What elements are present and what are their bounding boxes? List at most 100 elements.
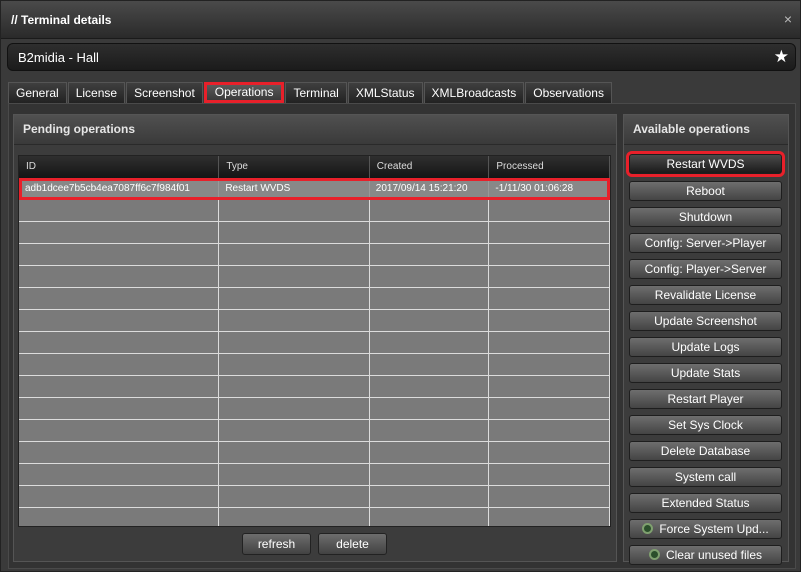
- table-cell-empty: [370, 332, 490, 353]
- table-cell-empty: [219, 486, 370, 507]
- table-cell-empty: [489, 310, 610, 331]
- table-cell-empty: [489, 266, 610, 287]
- table-cell-empty: [19, 508, 220, 526]
- restart-wvds-button[interactable]: Restart WVDS: [626, 151, 785, 177]
- table-row-empty[interactable]: [19, 244, 610, 266]
- tab-operations[interactable]: Operations: [203, 82, 285, 103]
- table-row-empty[interactable]: [19, 464, 610, 486]
- cell-created: 2017/09/14 15:21:20: [370, 178, 490, 199]
- pending-operations-title: Pending operations: [14, 115, 616, 145]
- table-cell-empty: [489, 332, 610, 353]
- table-row-empty[interactable]: [19, 200, 610, 222]
- table-cell-empty: [19, 244, 220, 265]
- tab-general[interactable]: General: [8, 82, 67, 103]
- set-sys-clock-button[interactable]: Set Sys Clock: [629, 415, 782, 435]
- cell-type: Restart WVDS: [219, 178, 370, 199]
- terminal-name-bar: B2midia - Hall ★: [7, 43, 796, 71]
- refresh-button[interactable]: refresh: [242, 533, 311, 555]
- update-screenshot-button[interactable]: Update Screenshot: [629, 311, 782, 331]
- table-cell-empty: [19, 354, 220, 375]
- tab-xmlstatus[interactable]: XMLStatus: [347, 82, 423, 103]
- tab-license[interactable]: License: [67, 82, 126, 103]
- table-row-empty[interactable]: [19, 332, 610, 354]
- table-cell-empty: [370, 266, 490, 287]
- table-row-empty[interactable]: [19, 420, 610, 442]
- column-header-created[interactable]: Created: [370, 156, 490, 178]
- table-cell-empty: [219, 310, 370, 331]
- table-cell-empty: [219, 508, 370, 526]
- table-row-empty[interactable]: [19, 288, 610, 310]
- table-row-empty[interactable]: [19, 354, 610, 376]
- table-row-empty[interactable]: [19, 442, 610, 464]
- terminal-name: B2midia - Hall: [18, 50, 99, 65]
- table-cell-empty: [489, 244, 610, 265]
- empty-rows: [19, 200, 610, 526]
- table-row-empty[interactable]: [19, 222, 610, 244]
- delete-database-button[interactable]: Delete Database: [629, 441, 782, 461]
- table-cell-empty: [19, 310, 220, 331]
- config-player-server-button[interactable]: Config: Player->Server: [629, 259, 782, 279]
- table-cell-empty: [19, 266, 220, 287]
- revalidate-license-button[interactable]: Revalidate License: [629, 285, 782, 305]
- table-cell-empty: [489, 376, 610, 397]
- table-row-empty[interactable]: [19, 508, 610, 526]
- table-cell-empty: [370, 442, 490, 463]
- table-cell-empty: [219, 398, 370, 419]
- tab-observations[interactable]: Observations: [525, 82, 612, 103]
- reboot-button[interactable]: Reboot: [629, 181, 782, 201]
- table-cell-empty: [219, 288, 370, 309]
- system-call-button[interactable]: System call: [629, 467, 782, 487]
- table-cell-empty: [219, 266, 370, 287]
- table-cell-empty: [19, 442, 220, 463]
- table-row-empty[interactable]: [19, 486, 610, 508]
- update-stats-button[interactable]: Update Stats: [629, 363, 782, 383]
- column-header-id[interactable]: ID: [19, 156, 220, 178]
- table-cell-empty: [19, 332, 220, 353]
- table-row-empty[interactable]: [19, 310, 610, 332]
- update-logs-button[interactable]: Update Logs: [629, 337, 782, 357]
- table-cell-empty: [370, 420, 490, 441]
- table-cell-empty: [219, 222, 370, 243]
- extended-status-button[interactable]: Extended Status: [629, 493, 782, 513]
- table-cell-empty: [489, 464, 610, 485]
- table-cell-empty: [489, 508, 610, 526]
- table-cell-empty: [219, 442, 370, 463]
- table-cell-empty: [370, 200, 490, 221]
- force-system-update-button[interactable]: Force System Upd...: [629, 519, 782, 539]
- table-cell-empty: [19, 288, 220, 309]
- star-icon[interactable]: ★: [774, 47, 789, 67]
- table-cell-empty: [489, 442, 610, 463]
- tab-terminal[interactable]: Terminal: [285, 82, 347, 103]
- table-cell-empty: [489, 222, 610, 243]
- tab-bar: General License Screenshot Operations Te…: [8, 82, 613, 103]
- table-cell-empty: [489, 354, 610, 375]
- table-row[interactable]: adb1dcee7b5cb4ea7087ff6c7f984f01 Restart…: [19, 178, 610, 200]
- close-icon[interactable]: ×: [784, 11, 792, 27]
- table-row-empty[interactable]: [19, 376, 610, 398]
- config-server-player-button[interactable]: Config: Server->Player: [629, 233, 782, 253]
- delete-button[interactable]: delete: [318, 533, 387, 555]
- table-cell-empty: [19, 200, 220, 221]
- table-cell-empty: [219, 420, 370, 441]
- table-cell-empty: [489, 288, 610, 309]
- cell-processed: -1/11/30 01:06:28: [489, 178, 610, 199]
- shutdown-button[interactable]: Shutdown: [629, 207, 782, 227]
- table-cell-empty: [19, 222, 220, 243]
- tab-xmlbroadcasts[interactable]: XMLBroadcasts: [423, 82, 525, 103]
- table-cell-empty: [219, 464, 370, 485]
- table-row-empty[interactable]: [19, 398, 610, 420]
- table-cell-empty: [370, 398, 490, 419]
- tab-screenshot[interactable]: Screenshot: [126, 82, 203, 103]
- table-row-empty[interactable]: [19, 266, 610, 288]
- table-cell-empty: [489, 398, 610, 419]
- table-cell-empty: [219, 244, 370, 265]
- cell-id: adb1dcee7b5cb4ea7087ff6c7f984f01: [19, 178, 220, 199]
- column-header-type[interactable]: Type: [219, 156, 370, 178]
- column-header-processed[interactable]: Processed: [489, 156, 610, 178]
- table-cell-empty: [370, 222, 490, 243]
- table-cell-empty: [219, 376, 370, 397]
- table-cell-empty: [370, 508, 490, 526]
- clear-unused-files-button[interactable]: Clear unused files: [629, 545, 782, 565]
- table-header: ID Type Created Processed: [19, 156, 610, 178]
- restart-player-button[interactable]: Restart Player: [629, 389, 782, 409]
